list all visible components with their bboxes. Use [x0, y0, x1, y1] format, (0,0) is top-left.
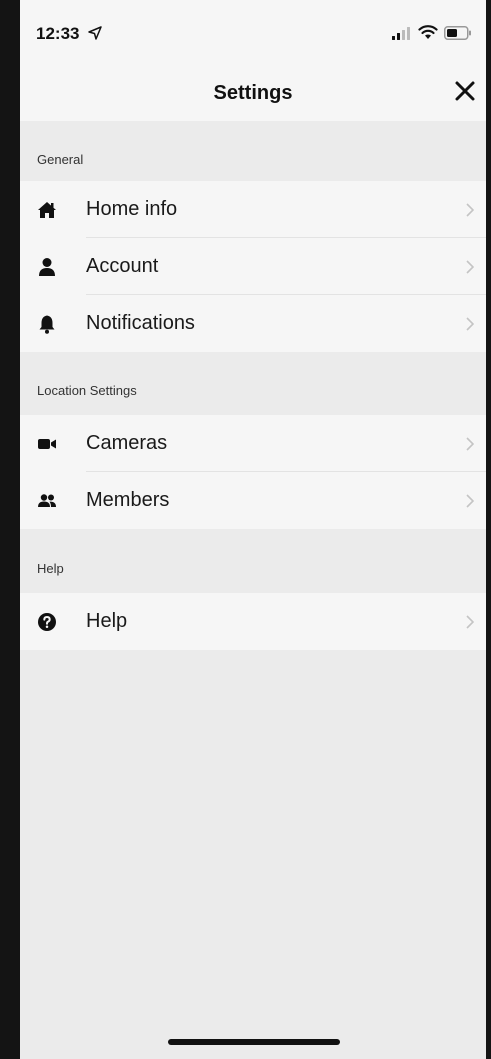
users-icon	[38, 494, 56, 507]
settings-row-notifications[interactable]: Notifications	[20, 295, 486, 352]
section-header-help: Help	[20, 530, 486, 590]
settings-row-members[interactable]: Members	[20, 472, 486, 529]
settings-row-help[interactable]: Help	[20, 593, 486, 650]
section-title: Help	[37, 561, 64, 576]
row-label: Members	[86, 489, 170, 511]
section-header-general: General	[20, 121, 486, 181]
close-icon[interactable]	[452, 78, 478, 104]
question-circle-icon	[38, 613, 56, 631]
location-arrow-icon	[88, 26, 102, 40]
video-camera-icon	[38, 439, 56, 449]
settings-row-account[interactable]: Account	[20, 238, 486, 295]
bell-icon	[39, 315, 55, 334]
status-bar: 12:33	[20, 0, 486, 64]
person-icon	[39, 258, 55, 276]
cellular-signal-icon	[392, 27, 410, 40]
phone-screen: 12:33 Settings General Home info Account…	[20, 0, 486, 1059]
chevron-right-icon	[466, 260, 474, 274]
chevron-right-icon	[466, 615, 474, 629]
section-title: General	[37, 152, 84, 167]
home-indicator[interactable]	[168, 1039, 340, 1045]
settings-row-home-info[interactable]: Home info	[20, 181, 486, 238]
row-label: Account	[86, 255, 159, 277]
navigation-bar: Settings	[20, 64, 486, 121]
wifi-icon	[418, 25, 438, 39]
row-label: Help	[86, 610, 128, 632]
row-label: Notifications	[86, 312, 195, 334]
section-header-location-settings: Location Settings	[20, 352, 486, 412]
chevron-right-icon	[466, 203, 474, 217]
chevron-right-icon	[466, 437, 474, 451]
section-title: Location Settings	[37, 383, 137, 398]
chevron-right-icon	[466, 494, 474, 508]
settings-row-cameras[interactable]: Cameras	[20, 415, 486, 472]
page-title: Settings	[213, 82, 293, 104]
status-time: 12:33	[36, 24, 80, 43]
row-label: Cameras	[86, 432, 168, 454]
chevron-right-icon	[466, 317, 474, 331]
home-icon	[38, 202, 56, 218]
row-label: Home info	[86, 198, 178, 220]
battery-icon	[444, 26, 471, 40]
